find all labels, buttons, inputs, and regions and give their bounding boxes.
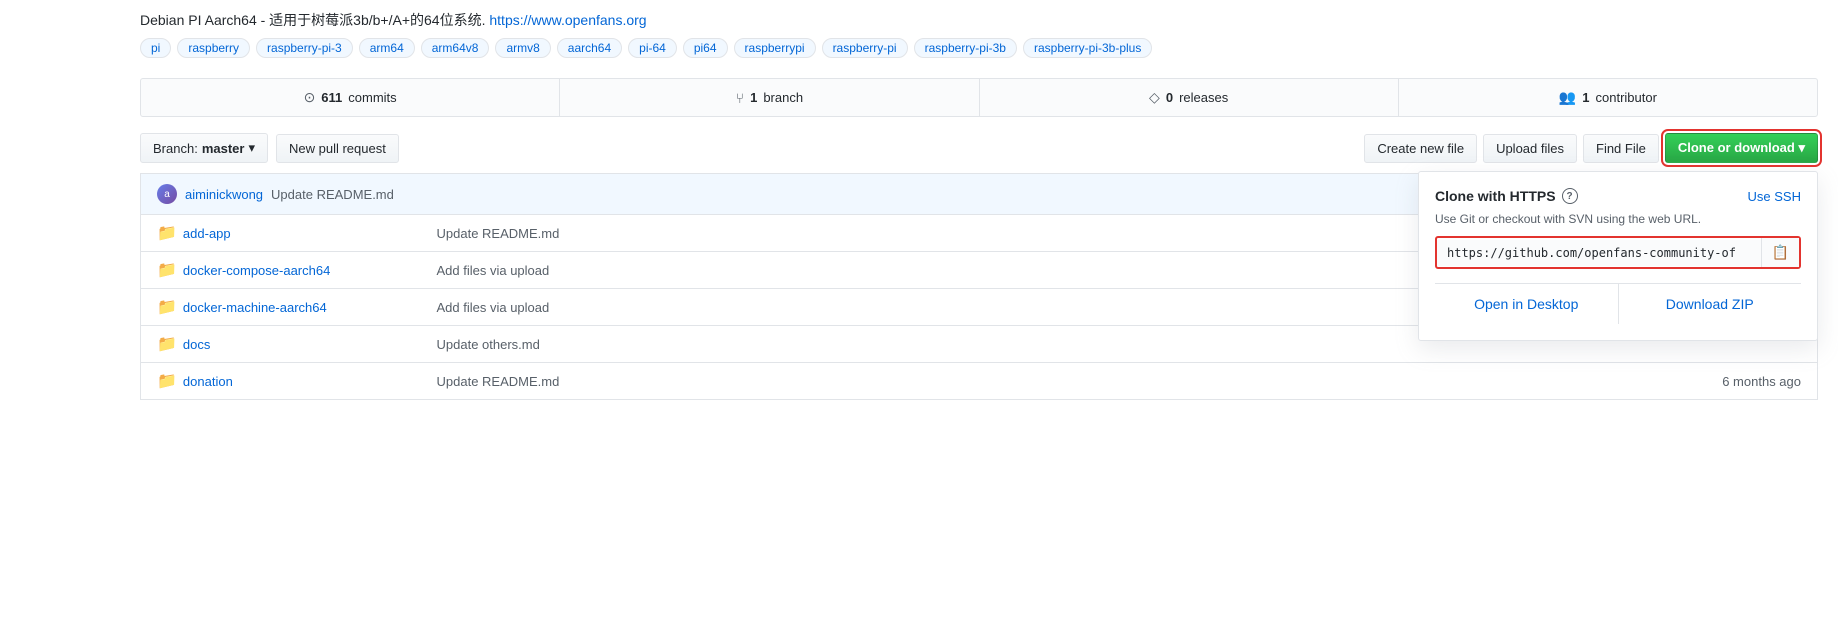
file-link[interactable]: 📁 docs [157, 334, 405, 354]
file-commit-msg: Add files via upload [421, 289, 1234, 326]
tags-container: pi raspberry raspberry-pi-3 arm64 arm64v8arm… [140, 38, 1818, 58]
file-name: donation [183, 374, 233, 389]
chevron-down-icon: ▾ [248, 140, 255, 156]
file-name-cell: 📁 add-app [141, 215, 421, 252]
releases-icon: ◇ [1149, 89, 1160, 106]
file-name: docker-compose-aarch64 [183, 263, 330, 278]
table-row: 📁 donation Update README.md 6 months ago [141, 363, 1818, 400]
folder-icon: 📁 [157, 334, 177, 354]
clone-url-input[interactable] [1437, 240, 1761, 266]
upload-files-button[interactable]: Upload files [1483, 134, 1577, 163]
tag-item[interactable]: pi64 [683, 38, 728, 58]
file-name: add-app [183, 226, 231, 241]
branches-count: 1 [750, 90, 757, 105]
tag-item[interactable]: raspberry [177, 38, 250, 58]
commits-label: commits [348, 90, 396, 105]
openfans-link[interactable]: https://www.openfans.org [489, 12, 646, 28]
clone-header: Clone with HTTPS ? Use SSH [1435, 188, 1801, 204]
new-pull-request-button[interactable]: New pull request [276, 134, 399, 163]
file-commit-msg: Update README.md [421, 215, 1234, 252]
file-commit-msg: Update README.md [421, 363, 1234, 400]
tag-item[interactable]: raspberry-pi-3b-plus [1023, 38, 1152, 58]
file-name-cell: 📁 docker-machine-aarch64 [141, 289, 421, 326]
tag-item[interactable]: armv8 [495, 38, 550, 58]
releases-stat[interactable]: ◇ 0 releases [980, 79, 1399, 116]
releases-label: releases [1179, 90, 1228, 105]
clone-dropdown-panel: Clone with HTTPS ? Use SSH Use Git or ch… [1418, 171, 1818, 341]
branch-name: master [202, 141, 245, 156]
download-zip-button[interactable]: Download ZIP [1619, 284, 1802, 324]
clone-description: Use Git or checkout with SVN using the w… [1435, 212, 1801, 226]
commits-count: 611 [321, 90, 342, 105]
tag-item[interactable]: raspberry-pi [822, 38, 908, 58]
stats-bar: ⊙ 611 commits ⑂ 1 branch ◇ 0 releases 👥 … [140, 78, 1818, 117]
file-link[interactable]: 📁 docker-machine-aarch64 [157, 297, 405, 317]
open-in-desktop-button[interactable]: Open in Desktop [1435, 284, 1619, 324]
find-file-button[interactable]: Find File [1583, 134, 1659, 163]
tag-item[interactable]: arm64 [359, 38, 415, 58]
commit-author-link[interactable]: aiminickwong [185, 187, 263, 202]
file-name: docs [183, 337, 210, 352]
file-name: docker-machine-aarch64 [183, 300, 327, 315]
avatar: a [157, 184, 177, 204]
clone-title: Clone with HTTPS ? [1435, 188, 1578, 204]
folder-icon: 📁 [157, 260, 177, 280]
clone-or-download-button[interactable]: Clone or download ▾ [1665, 133, 1818, 163]
file-time: 6 months ago [1233, 363, 1817, 400]
clone-url-row: 📋 [1435, 236, 1801, 269]
branches-stat[interactable]: ⑂ 1 branch [560, 79, 979, 116]
folder-icon: 📁 [157, 371, 177, 391]
file-name-cell: 📁 docs [141, 326, 421, 363]
tag-item[interactable]: aarch64 [557, 38, 622, 58]
file-link[interactable]: 📁 docker-compose-aarch64 [157, 260, 405, 280]
tag-item[interactable]: raspberrypi [734, 38, 816, 58]
tag-item[interactable]: pi-64 [628, 38, 677, 58]
commits-icon: ⊙ [304, 89, 316, 106]
branches-label: branch [763, 90, 803, 105]
folder-icon: 📁 [157, 223, 177, 243]
branch-selector[interactable]: Branch: master ▾ [140, 133, 268, 163]
use-ssh-link[interactable]: Use SSH [1748, 189, 1801, 204]
contributors-count: 1 [1582, 90, 1589, 105]
tag-item[interactable]: pi [140, 38, 171, 58]
contributors-stat[interactable]: 👥 1 contributor [1399, 79, 1817, 116]
file-name-cell: 📁 docker-compose-aarch64 [141, 252, 421, 289]
commits-stat[interactable]: ⊙ 611 commits [141, 79, 560, 116]
file-name-cell: 📁 donation [141, 363, 421, 400]
folder-icon: 📁 [157, 297, 177, 317]
file-commit-msg: Update others.md [421, 326, 1234, 363]
commit-message: Update README.md [271, 187, 394, 202]
repo-description: Debian PI Aarch64 - 适用于树莓派3b/b+/A+的64位系统… [140, 10, 1818, 30]
contributors-label: contributor [1596, 90, 1657, 105]
help-icon[interactable]: ? [1562, 188, 1578, 204]
tag-item[interactable]: raspberry-pi-3 [256, 38, 353, 58]
tag-item[interactable]: raspberry-pi-3b [914, 38, 1017, 58]
contributors-icon: 👥 [1559, 89, 1576, 106]
toolbar-right: Create new file Upload files Find File C… [1364, 133, 1818, 163]
clone-actions: Open in Desktop Download ZIP [1435, 283, 1801, 324]
branch-prefix: Branch: [153, 141, 198, 156]
file-commit-msg: Add files via upload [421, 252, 1234, 289]
file-link[interactable]: 📁 add-app [157, 223, 405, 243]
toolbar-left: Branch: master ▾ New pull request [140, 133, 399, 163]
copy-url-button[interactable]: 📋 [1761, 238, 1799, 267]
file-link[interactable]: 📁 donation [157, 371, 405, 391]
releases-count: 0 [1166, 90, 1173, 105]
tag-item[interactable]: arm64v8 [421, 38, 490, 58]
clipboard-icon: 📋 [1772, 244, 1789, 260]
toolbar: Branch: master ▾ New pull request Create… [140, 133, 1818, 163]
branch-icon: ⑂ [736, 90, 744, 106]
create-new-file-button[interactable]: Create new file [1364, 134, 1477, 163]
